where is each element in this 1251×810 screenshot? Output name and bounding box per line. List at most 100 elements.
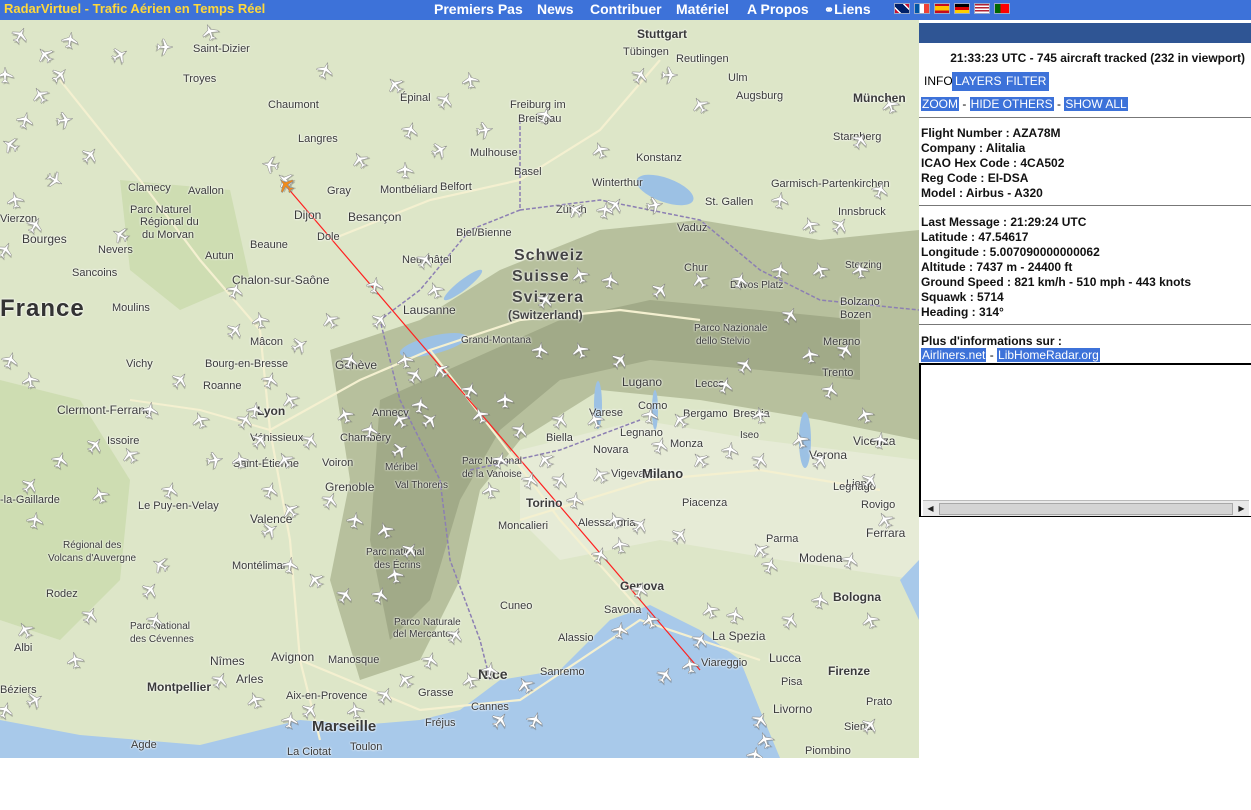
aircraft-icon[interactable] <box>259 480 281 502</box>
aircraft-icon[interactable] <box>608 349 633 374</box>
aircraft-icon[interactable] <box>644 196 664 216</box>
aircraft-icon[interactable] <box>369 585 391 607</box>
aircraft-icon[interactable] <box>689 93 713 117</box>
aircraft-icon[interactable] <box>140 401 160 421</box>
aircraft-icon[interactable] <box>496 391 515 410</box>
aircraft-icon[interactable] <box>280 556 300 576</box>
aircraft-icon[interactable] <box>279 498 304 523</box>
aircraft-icon[interactable] <box>190 409 212 431</box>
aircraft-icon[interactable] <box>808 449 833 474</box>
nav-news[interactable]: News <box>537 1 574 17</box>
aircraft-icon[interactable] <box>433 89 457 113</box>
hide-others-button[interactable]: HIDE OTHERS <box>969 97 1054 111</box>
aircraft-icon[interactable] <box>564 198 589 223</box>
aircraft-icon[interactable] <box>611 535 631 555</box>
aircraft-icon[interactable] <box>0 66 15 85</box>
aircraft-icon[interactable] <box>460 669 482 691</box>
aircraft-icon[interactable] <box>855 404 877 426</box>
aircraft-icon[interactable] <box>83 434 108 459</box>
aircraft-icon[interactable] <box>474 121 494 141</box>
aircraft-icon[interactable] <box>159 480 181 502</box>
tab-filter[interactable]: FILTER <box>1003 72 1050 91</box>
aircraft-icon[interactable] <box>349 148 373 172</box>
aircraft-icon[interactable] <box>78 144 103 169</box>
aircraft-icon[interactable] <box>770 261 790 281</box>
aircraft-icon[interactable] <box>751 405 771 425</box>
aircraft-icon[interactable] <box>481 480 501 500</box>
aircraft-icon[interactable] <box>530 341 550 361</box>
aircraft-icon[interactable] <box>42 168 66 192</box>
aircraft-icon[interactable] <box>314 60 336 82</box>
aircraft-icon[interactable] <box>248 429 273 454</box>
aircraft-icon[interactable] <box>223 319 248 344</box>
aircraft-icon[interactable] <box>589 545 611 567</box>
aircraft-icon[interactable] <box>649 435 671 457</box>
aircraft-icon[interactable] <box>14 618 38 642</box>
aircraft-icon[interactable] <box>745 746 765 758</box>
aircraft-icon[interactable] <box>279 388 303 412</box>
aircraft-icon[interactable] <box>333 584 357 608</box>
aircraft-icon[interactable] <box>565 491 585 511</box>
aircraft-icon[interactable] <box>770 191 790 211</box>
aircraft-icon[interactable] <box>819 380 841 402</box>
aircraft-icon[interactable] <box>304 568 329 593</box>
aircraft-icon[interactable] <box>144 610 166 632</box>
zoom-button[interactable]: ZOOM <box>921 97 959 111</box>
aircraft-icon[interactable] <box>29 83 53 107</box>
aircraft-icon[interactable] <box>480 661 500 681</box>
aircraft-icon[interactable] <box>733 354 757 378</box>
aircraft-icon[interactable] <box>8 24 32 48</box>
aircraft-icon[interactable] <box>149 553 173 577</box>
aircraft-icon[interactable] <box>519 470 541 492</box>
aircraft-icon[interactable] <box>810 259 832 281</box>
aircraft-icon[interactable] <box>648 279 673 304</box>
aircraft-icon[interactable] <box>858 469 883 494</box>
aircraft-icon[interactable] <box>778 609 802 633</box>
aircraft-icon[interactable] <box>870 431 890 451</box>
aircraft-icon[interactable] <box>548 469 572 493</box>
aircraft-icon[interactable] <box>755 729 777 751</box>
aircraft-icon[interactable] <box>119 443 143 467</box>
aircraft-icon[interactable] <box>288 334 312 358</box>
aircraft-icon[interactable] <box>858 714 883 739</box>
aircraft-icon[interactable] <box>204 451 224 471</box>
aircraft-icon[interactable] <box>200 21 222 43</box>
show-all-button[interactable]: SHOW ALL <box>1064 97 1128 111</box>
aircraft-icon[interactable] <box>534 105 556 127</box>
aircraft-icon[interactable] <box>533 289 557 313</box>
aircraft-icon[interactable] <box>15 110 36 131</box>
aircraft-icon[interactable] <box>590 139 612 161</box>
scrollbar-thumb[interactable] <box>939 503 1233 515</box>
aircraft-icon[interactable] <box>880 94 902 116</box>
scroll-left-icon[interactable]: ◀ <box>925 503 936 514</box>
aircraft-icon[interactable] <box>138 579 163 604</box>
aircraft-icon[interactable] <box>689 268 713 292</box>
aircraft-icon[interactable] <box>368 309 393 334</box>
aircraft-icon[interactable] <box>851 260 871 280</box>
aircraft-icon[interactable] <box>360 421 380 441</box>
aircraft-icon[interactable] <box>605 509 627 531</box>
aircraft-icon[interactable] <box>365 276 385 296</box>
aircraft-icon[interactable] <box>54 111 74 131</box>
aircraft-icon[interactable] <box>274 448 298 472</box>
nav-premiers-pas[interactable]: Premiers Pas <box>434 1 523 17</box>
aircraft-icon[interactable] <box>298 699 323 724</box>
aircraft-icon[interactable] <box>443 624 467 648</box>
aircraft-icon[interactable] <box>790 429 812 451</box>
aircraft-icon[interactable] <box>488 709 513 734</box>
aircraft-icon[interactable] <box>689 448 714 473</box>
aircraft-icon[interactable] <box>335 404 357 426</box>
aircraft-icon[interactable] <box>231 450 251 470</box>
aircraft-icon[interactable] <box>398 539 423 564</box>
aircraft-icon[interactable] <box>0 700 17 722</box>
aircraft-icon[interactable] <box>413 249 437 273</box>
aircraft-icon[interactable] <box>394 668 419 693</box>
site-title[interactable]: RadarVirtuel - Trafic Aérien en Temps Ré… <box>4 1 265 16</box>
aircraft-icon[interactable] <box>155 38 174 57</box>
aircraft-icon[interactable] <box>700 599 722 621</box>
aircraft-icon[interactable] <box>470 404 492 426</box>
aircraft-icon[interactable] <box>640 406 660 426</box>
aircraft-icon[interactable] <box>108 44 132 68</box>
aircraft-icon[interactable] <box>386 565 406 585</box>
aircraft-icon[interactable] <box>668 524 693 549</box>
